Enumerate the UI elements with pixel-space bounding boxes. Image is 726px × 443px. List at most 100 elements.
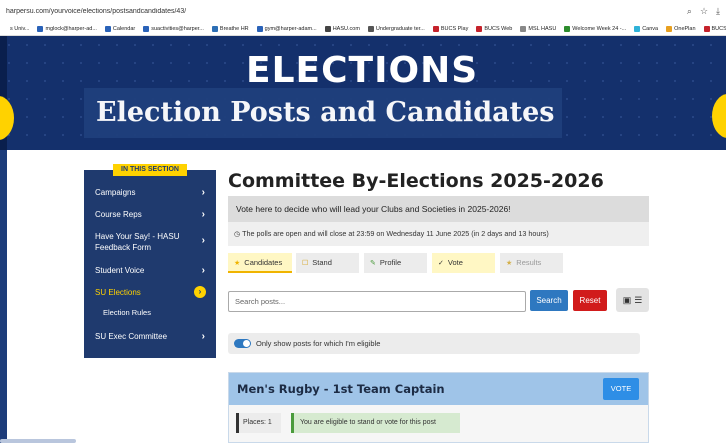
chevron-circle-icon: › bbox=[194, 286, 206, 298]
sidebar-item-su-exec-committee[interactable]: SU Exec Committee › bbox=[84, 328, 216, 344]
sidebar-item-student-voice[interactable]: Student Voice › bbox=[84, 262, 216, 278]
hero-banner: ELECTIONS Election Posts and Candidates bbox=[0, 36, 726, 150]
bookmark-favicon-icon bbox=[703, 26, 710, 32]
bookmark-item[interactable]: BUCS Play bbox=[432, 26, 469, 32]
bookmark-favicon-icon bbox=[256, 26, 263, 32]
eligible-filter-label: Only show posts for which I'm eligible bbox=[256, 339, 381, 348]
edit-icon: ✎ bbox=[370, 260, 376, 267]
bookmark-favicon-icon bbox=[564, 26, 571, 32]
bookmark-label: BUCS bbox=[711, 26, 726, 32]
vote-button[interactable]: VOTE bbox=[603, 378, 639, 400]
eligible-filter: Only show posts for which I'm eligible bbox=[228, 333, 640, 354]
election-tabs: ★ Candidates ☐ Stand ✎ Profile ✓ Vote ★ Resul… bbox=[228, 253, 649, 273]
search-button[interactable]: Search bbox=[530, 290, 568, 311]
bookmark-item[interactable]: Calendar bbox=[104, 26, 136, 32]
bookmark-label: Breathe HR bbox=[219, 26, 249, 32]
address-bar[interactable]: harpersu.com/yourvoice/elections/postsan… bbox=[0, 3, 726, 19]
tab-label: Results bbox=[516, 258, 542, 267]
bookmark-favicon-icon bbox=[520, 26, 527, 32]
bookmark-item[interactable]: OnePlan bbox=[666, 26, 696, 32]
star-icon: ★ bbox=[234, 260, 241, 267]
hero-elections-heading: ELECTIONS bbox=[246, 50, 479, 91]
sidebar-item-label: Election Rules bbox=[103, 307, 151, 317]
sidebar-item-label: SU Exec Committee bbox=[95, 331, 168, 341]
reset-button[interactable]: Reset bbox=[573, 290, 607, 311]
section-sidebar: IN THIS SECTION Campaigns › Course Reps … bbox=[84, 164, 216, 358]
sidebar-item-course-reps[interactable]: Course Reps › bbox=[84, 206, 216, 222]
bookmark-label: Calendar bbox=[112, 26, 136, 32]
tab-results[interactable]: ★ Results bbox=[500, 253, 563, 273]
sidebar-item-label: Campaigns bbox=[95, 187, 136, 197]
bookmark-favicon-icon bbox=[104, 26, 111, 32]
clock-icon: ◷ bbox=[234, 229, 243, 238]
bookmark-star-icon[interactable]: ☆ bbox=[700, 6, 708, 17]
page-title-box: Election Posts and Candidates bbox=[84, 88, 562, 138]
bookmark-favicon-icon bbox=[666, 26, 673, 32]
bookmark-item[interactable]: Canva bbox=[634, 26, 658, 32]
bookmark-item[interactable]: suactivities@harper... bbox=[143, 26, 204, 32]
download-icon[interactable]: ⤓ bbox=[716, 6, 720, 17]
zoom-icon[interactable]: ⌕ bbox=[687, 6, 692, 17]
page-title: Election Posts and Candidates bbox=[96, 97, 555, 128]
bookmark-favicon-icon bbox=[432, 26, 439, 32]
sidebar-item-label: Student Voice bbox=[95, 265, 145, 275]
bookmark-label: Canva bbox=[642, 26, 659, 32]
election-heading: Committee By-Elections 2025-2026 bbox=[228, 170, 604, 192]
tab-profile[interactable]: ✎ Profile bbox=[364, 253, 427, 273]
bookmark-label: gym@harper-adam... bbox=[264, 26, 317, 32]
bookmark-label: BUCS Play bbox=[440, 26, 469, 32]
search-input[interactable]: Search posts... bbox=[228, 291, 526, 312]
sidebar-item-election-rules[interactable]: Election Rules bbox=[84, 304, 216, 320]
bookmark-label: Welcome Week 24 -... bbox=[572, 26, 627, 32]
bookmark-item[interactable]: MSL HASU bbox=[520, 26, 556, 32]
bookmark-item[interactable]: HASU.com bbox=[324, 26, 360, 32]
post-title: Men's Rugby - 1st Team Captain bbox=[237, 382, 445, 396]
bookmark-item[interactable]: s Univ... bbox=[2, 26, 29, 32]
tab-label: Vote bbox=[447, 258, 463, 267]
bookmark-item[interactable]: Breathe HR bbox=[211, 26, 249, 32]
grid-view-icon[interactable]: ▣ bbox=[623, 295, 632, 306]
bookmark-label: BUCS Web bbox=[484, 26, 513, 32]
address-url[interactable]: harpersu.com/yourvoice/elections/postsan… bbox=[6, 8, 687, 15]
page-content: IN THIS SECTION Campaigns › Course Reps … bbox=[7, 150, 726, 443]
trophy-icon: ★ bbox=[506, 260, 513, 267]
tab-candidates[interactable]: ★ Candidates bbox=[228, 253, 292, 273]
bookmark-favicon-icon bbox=[476, 26, 483, 32]
tab-vote[interactable]: ✓ Vote bbox=[432, 253, 495, 273]
bookmark-favicon-icon bbox=[143, 26, 150, 32]
chevron-right-icon: › bbox=[201, 186, 205, 198]
bookmark-favicon-icon bbox=[324, 26, 331, 32]
chevron-right-icon: › bbox=[201, 208, 205, 220]
sidebar-item-su-elections[interactable]: SU Elections › bbox=[84, 284, 216, 300]
taskbar-edge bbox=[0, 439, 76, 443]
browser-chrome: harpersu.com/yourvoice/elections/postsan… bbox=[0, 0, 726, 36]
bookmark-label: mglock@harper-ad... bbox=[45, 26, 97, 32]
bookmark-label: HASU.com bbox=[332, 26, 360, 32]
bookmark-item[interactable]: BUCS bbox=[703, 26, 726, 32]
form-icon: ☐ bbox=[302, 260, 309, 267]
bookmark-favicon-icon bbox=[367, 26, 374, 32]
bookmark-item[interactable]: gym@harper-adam... bbox=[256, 26, 317, 32]
bookmark-label: Undergraduate ter... bbox=[375, 26, 425, 32]
polls-closing-notice: ◷ The polls are open and will close at 2… bbox=[228, 222, 649, 246]
list-view-icon[interactable]: ☰ bbox=[634, 295, 642, 306]
bookmark-item[interactable]: mglock@harper-ad... bbox=[37, 26, 97, 32]
vote-icon: ✓ bbox=[438, 260, 444, 267]
sidebar-section-tag: IN THIS SECTION bbox=[113, 164, 187, 176]
bookmark-item[interactable]: BUCS Web bbox=[476, 26, 512, 32]
bookmark-item[interactable]: Welcome Week 24 -... bbox=[564, 26, 626, 32]
post-header: Men's Rugby - 1st Team Captain VOTE bbox=[229, 373, 648, 405]
bookmark-favicon-icon bbox=[2, 26, 8, 32]
bookmark-label: OnePlan bbox=[674, 26, 696, 32]
eligible-toggle[interactable] bbox=[234, 339, 251, 348]
tab-stand[interactable]: ☐ Stand bbox=[296, 253, 359, 273]
sidebar-item-campaigns[interactable]: Campaigns › bbox=[84, 184, 216, 200]
decorative-circle-left bbox=[0, 96, 14, 140]
post-card: Men's Rugby - 1st Team Captain VOTE Plac… bbox=[228, 372, 649, 443]
bookmarks-bar: s Univ... mglock@harper-ad... Calendar suac… bbox=[0, 22, 726, 36]
bookmark-item[interactable]: Undergraduate ter... bbox=[367, 26, 425, 32]
bookmark-label: suactivities@harper... bbox=[151, 26, 204, 32]
chevron-right-icon: › bbox=[201, 264, 205, 276]
sidebar-item-have-your-say[interactable]: Have Your Say! - HASU Feedback Form › bbox=[84, 228, 216, 256]
sidebar-item-label: Course Reps bbox=[95, 209, 142, 219]
